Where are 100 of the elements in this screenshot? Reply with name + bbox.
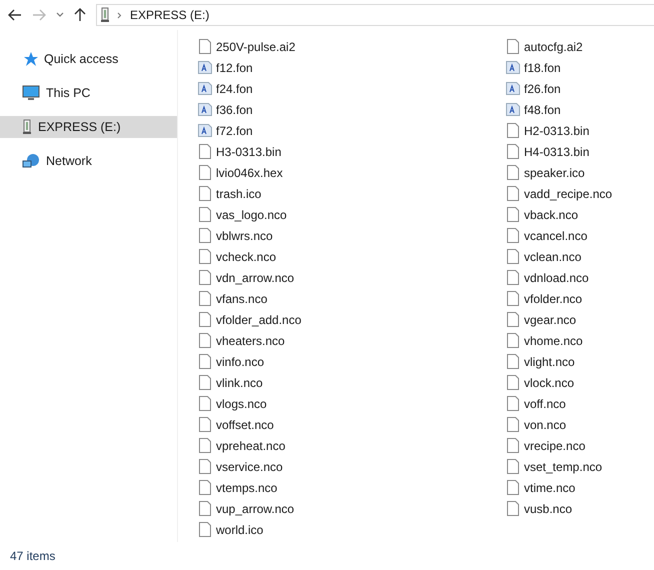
network-icon [22,153,40,169]
file-item[interactable]: f48.fon [506,99,565,120]
file-item[interactable]: vlock.nco [506,372,578,393]
file-item[interactable]: vcancel.nco [506,225,592,246]
file-item[interactable]: vfans.nco [198,288,272,309]
file-icon [199,438,211,453]
file-item[interactable]: vas_logo.nco [198,204,291,225]
file-icon [507,501,519,516]
file-item[interactable]: world.ico [198,519,268,540]
address-path: EXPRESS (E:) [130,7,210,24]
chevron-right-icon [117,12,122,18]
file-icon [507,186,519,201]
file-item[interactable]: f26.fon [506,78,565,99]
file-icon [507,165,519,180]
file-item[interactable]: vcheck.nco [198,246,280,267]
file-item[interactable]: vlink.nco [198,372,267,393]
file-item[interactable]: f18.fon [506,57,565,78]
file-item[interactable]: vclean.nco [506,246,586,267]
file-item[interactable]: H2-0313.bin [506,120,594,141]
file-icon [199,228,211,243]
file-icon [199,249,211,264]
file-item[interactable]: vset_temp.nco [506,456,606,477]
file-item[interactable]: f36.fon [198,99,257,120]
file-item[interactable]: vup_arrow.nco [198,498,298,519]
file-item[interactable]: vservice.nco [198,456,287,477]
file-item[interactable]: vfolder_add.nco [198,309,306,330]
file-item[interactable]: vusb.nco [506,498,576,519]
file-item[interactable]: vrecipe.nco [506,435,590,456]
file-item[interactable]: f24.fon [198,78,257,99]
file-icon [507,480,519,495]
file-item[interactable]: f72.fon [198,120,257,141]
sidebar-item[interactable]: Quick access [0,48,177,70]
file-item[interactable]: vheaters.nco [198,330,289,351]
file-item[interactable]: f12.fon [198,57,257,78]
file-item[interactable]: voff.nco [506,393,570,414]
back-icon[interactable] [8,9,22,21]
file-icon [199,312,211,327]
address-bar[interactable]: EXPRESS (E:) [96,4,654,26]
file-item[interactable]: H3-0313.bin [198,141,286,162]
file-icon [507,123,519,138]
file-icon [199,459,211,474]
file-item[interactable]: autocfg.ai2 [506,36,587,57]
file-icon [199,480,211,495]
file-icon [199,354,211,369]
file-item[interactable]: vgear.nco [506,309,580,330]
up-arrow-icon[interactable] [74,8,86,22]
file-icon [507,270,519,285]
file-item[interactable]: 250V-pulse.ai2 [198,36,300,57]
file-item[interactable]: vblwrs.nco [198,225,277,246]
file-item[interactable]: vadd_recipe.nco [506,183,616,204]
font-file-icon [198,82,212,95]
file-icon [507,396,519,411]
font-file-icon [506,61,520,74]
drive-icon [22,119,32,135]
file-item[interactable]: vtemps.nco [198,477,282,498]
file-item[interactable]: trash.ico [198,183,266,204]
file-item[interactable]: vtime.nco [506,477,580,498]
font-file-icon [506,103,520,116]
file-item[interactable]: vinfo.nco [198,351,268,372]
monitor-icon [22,85,40,101]
file-icon [199,375,211,390]
file-item[interactable]: vpreheat.nco [198,435,290,456]
file-icon [507,39,519,54]
file-icon [199,522,211,537]
file-item[interactable]: speaker.ico [506,162,589,183]
file-icon [507,438,519,453]
file-item[interactable]: vfolder.nco [506,288,586,309]
item-count: 47 items [10,548,56,565]
file-icon [507,228,519,243]
file-icon [199,417,211,432]
file-item[interactable]: vdn_arrow.nco [198,267,298,288]
file-icon [199,291,211,306]
file-icon [507,249,519,264]
file-icon [199,144,211,159]
file-item[interactable]: von.nco [506,414,570,435]
file-item[interactable]: vback.nco [506,204,582,225]
file-icon [507,354,519,369]
file-item[interactable]: lvio046x.hex [198,162,287,183]
file-icon [199,270,211,285]
file-icon [507,207,519,222]
file-icon [507,417,519,432]
file-icon [507,312,519,327]
file-item[interactable]: voffset.nco [198,414,278,435]
file-item[interactable]: vlogs.nco [198,393,271,414]
file-icon [199,39,211,54]
file-item[interactable]: vlight.nco [506,351,579,372]
sidebar-item[interactable]: EXPRESS (E:) [0,116,177,138]
chevron-down-icon[interactable] [56,12,64,18]
file-icon [199,333,211,348]
file-item[interactable]: vhome.nco [506,330,587,351]
file-item[interactable]: vdnload.nco [506,267,593,288]
file-icon [507,333,519,348]
file-icon [507,144,519,159]
sidebar-item[interactable]: This PC [0,82,177,104]
file-icon [199,186,211,201]
file-icon [507,291,519,306]
file-item[interactable]: H4-0313.bin [506,141,594,162]
file-icon [199,396,211,411]
sidebar-item[interactable]: Network [0,150,177,172]
font-file-icon [198,61,212,74]
